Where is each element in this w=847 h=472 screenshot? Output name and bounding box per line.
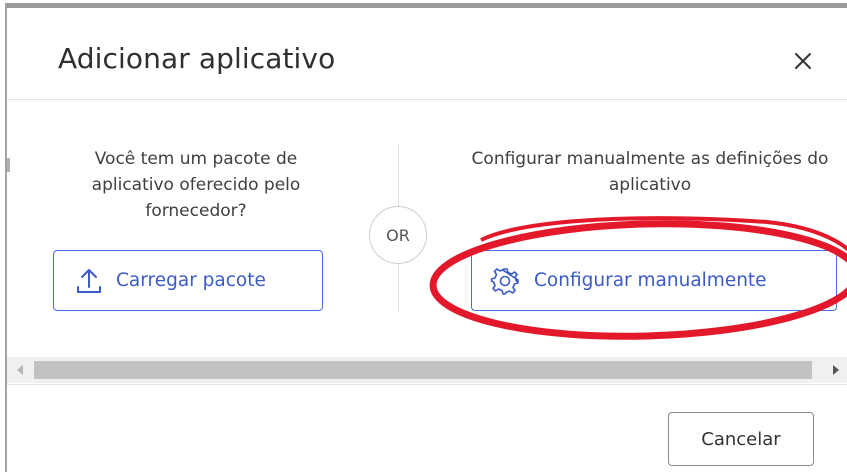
upload-description: Você tem um pacote de aplicativo ofereci… [91, 149, 301, 221]
gear-icon [490, 267, 519, 295]
dialog-content: Você tem um pacote de aplicativo ofereci… [7, 100, 847, 357]
scrollbar-thumb[interactable] [34, 361, 812, 379]
separator-line-top [398, 144, 399, 206]
or-label: OR [386, 225, 410, 245]
horizontal-scrollbar[interactable] [7, 357, 847, 383]
configure-description: Configurar manualmente as definições do … [471, 149, 829, 195]
close-button[interactable] [786, 44, 820, 78]
configure-manually-label: Configurar manualmente [534, 270, 767, 291]
scroll-left-button[interactable] [7, 357, 33, 383]
footer-divider [7, 384, 847, 385]
upload-package-button[interactable]: Carregar pacote [53, 250, 323, 311]
caret-right-icon [833, 365, 839, 375]
upload-icon [77, 268, 101, 293]
cancel-button[interactable]: Cancelar [668, 412, 814, 466]
add-app-dialog: Adicionar aplicativo Você tem um pacote … [5, 3, 847, 472]
separator-line-bottom [398, 264, 399, 312]
upload-package-label: Carregar pacote [116, 270, 266, 291]
screenshot-stage: Adicionar aplicativo Você tem um pacote … [0, 0, 847, 472]
configure-manually-button[interactable]: Configurar manualmente [471, 250, 837, 311]
scroll-right-button[interactable] [823, 357, 847, 383]
or-separator: OR [369, 206, 427, 264]
dialog-title: Adicionar aplicativo [58, 42, 336, 75]
close-icon [795, 53, 811, 69]
red-ellipse-annotation [429, 216, 847, 340]
caret-left-icon [17, 365, 23, 375]
